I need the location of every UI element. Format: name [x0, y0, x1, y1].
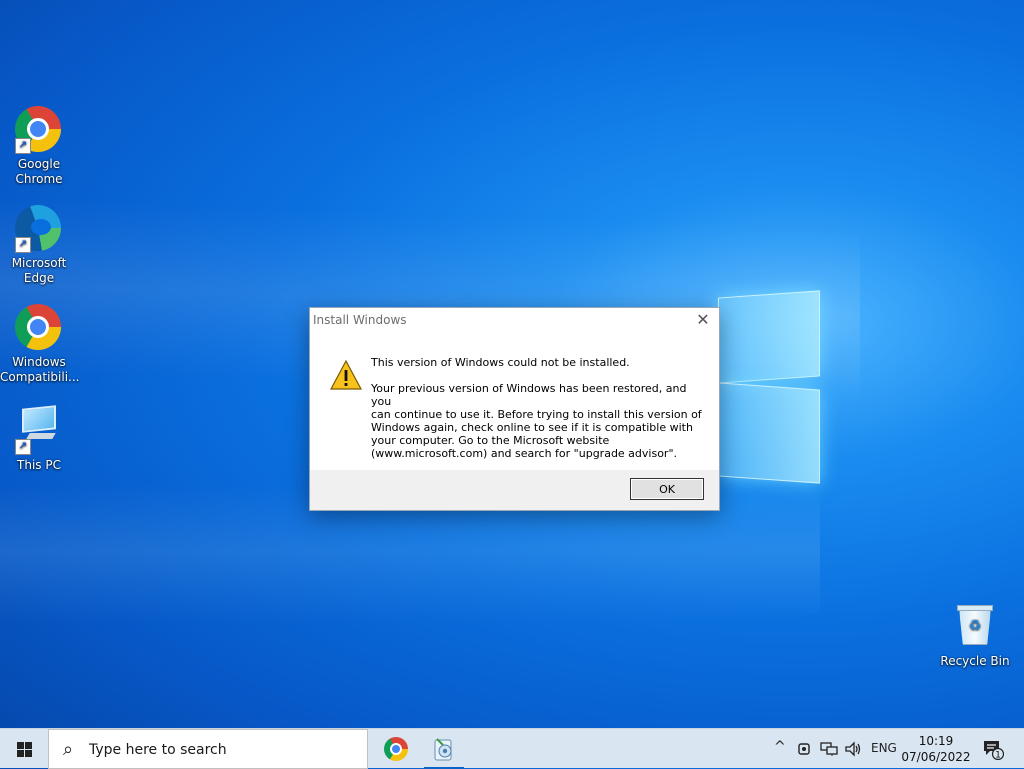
install-windows-dialog: Install Windows ✕ This version of Window…: [309, 307, 720, 511]
edge-icon: ↗: [15, 205, 63, 253]
clock-time: 10:19: [918, 734, 954, 748]
dialog-heading: This version of Windows could not be ins…: [371, 356, 630, 369]
dialog-titlebar[interactable]: Install Windows ✕: [310, 308, 719, 332]
desktop-icon-label: Recycle Bin: [940, 654, 1010, 668]
dialog-title: Install Windows: [313, 313, 407, 327]
shortcut-arrow-icon: ↗: [15, 138, 31, 154]
shortcut-arrow-icon: ↗: [15, 237, 31, 253]
taskbar-app-windows-setup[interactable]: [420, 729, 468, 769]
desktop-icon-google-chrome[interactable]: ↗ Google Chrome: [0, 106, 78, 187]
search-icon: ⌕: [63, 739, 74, 760]
meet-now-icon[interactable]: [797, 741, 811, 757]
desktop-icon-this-pc[interactable]: ↗ This PC: [0, 403, 78, 473]
desktop-icon-windows-compatibility[interactable]: Windows Compatibili...: [0, 304, 80, 385]
language-indicator[interactable]: ENG: [871, 741, 897, 755]
taskbar: ⌕ Type here to search ^ ENG 10:19 07/06/…: [0, 728, 1024, 769]
shortcut-arrow-icon: ↗: [15, 439, 31, 455]
start-button[interactable]: [0, 729, 48, 769]
wallpaper-windows-logo: [718, 288, 824, 484]
desktop-icon-label: Google Chrome: [15, 157, 63, 186]
chrome-icon: [384, 737, 408, 761]
taskbar-app-chrome[interactable]: [371, 729, 419, 769]
ok-button[interactable]: OK: [630, 478, 704, 500]
volume-icon[interactable]: [845, 741, 863, 757]
show-hidden-icons-chevron[interactable]: ^: [774, 739, 786, 755]
setup-icon: [434, 738, 452, 761]
close-button[interactable]: ✕: [691, 310, 715, 330]
warning-icon: [330, 360, 362, 390]
notification-center-icon[interactable]: 1: [982, 738, 1004, 760]
desktop-icon-label: This PC: [17, 458, 61, 472]
dialog-message: Your previous version of Windows has bee…: [371, 382, 702, 460]
recycle-bin-icon: ♻: [951, 603, 999, 651]
chrome-icon: [15, 304, 63, 352]
taskbar-clock[interactable]: 10:19 07/06/2022: [898, 733, 974, 765]
clock-date: 07/06/2022: [901, 750, 971, 764]
dialog-content: This version of Windows could not be ins…: [310, 332, 719, 470]
network-icon[interactable]: [820, 741, 838, 757]
desktop-icon-recycle-bin[interactable]: ♻ Recycle Bin: [936, 601, 1014, 669]
search-placeholder: Type here to search: [89, 742, 227, 758]
desktop-icon-label: Windows Compatibili...: [0, 355, 80, 384]
notification-count: 1: [995, 751, 1001, 761]
desktop-icon-label: Microsoft Edge: [11, 256, 67, 285]
taskbar-search-box[interactable]: ⌕ Type here to search: [48, 729, 368, 769]
dialog-footer: OK: [310, 470, 719, 510]
chrome-icon: ↗: [15, 106, 63, 154]
this-pc-icon: ↗: [15, 405, 63, 455]
desktop-icon-microsoft-edge[interactable]: ↗ Microsoft Edge: [0, 205, 78, 286]
